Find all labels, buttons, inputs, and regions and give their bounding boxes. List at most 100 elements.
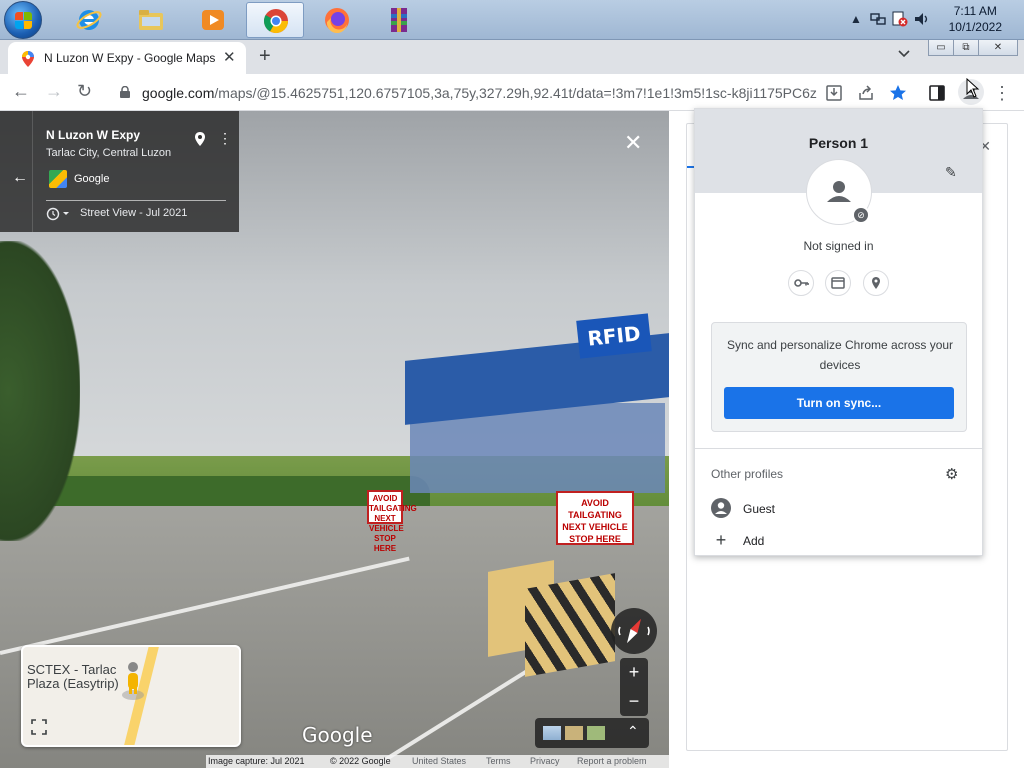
zoom-control: + − [620, 658, 648, 716]
zoom-out-button[interactable]: − [620, 687, 648, 716]
taskbar-clock[interactable]: 7:11 AM 10/1/2022 [949, 3, 1002, 35]
contributor-name[interactable]: Google [74, 173, 109, 185]
start-button[interactable] [4, 1, 42, 39]
compass-icon [618, 618, 650, 644]
clock-time: 7:11 AM [953, 4, 997, 18]
reload-button[interactable]: ↻ [77, 81, 92, 101]
chrome-icon [263, 9, 288, 34]
bookmark-star-icon[interactable] [888, 83, 908, 103]
winrar-icon [391, 8, 407, 32]
restore-button[interactable]: ⧉ [953, 40, 979, 56]
profile-name: Person 1 [808, 135, 869, 151]
back-to-map-button[interactable]: ← [12, 169, 28, 187]
network-icon[interactable] [870, 11, 886, 27]
show-hidden-icons-icon[interactable]: ▲ [850, 12, 862, 26]
manage-profiles-gear-icon[interactable]: ⚙ [945, 465, 958, 483]
share-icon[interactable] [856, 83, 876, 103]
clock-date: 10/1/2022 [948, 20, 1002, 34]
minimize-button[interactable]: ▭ [928, 40, 954, 56]
taskbar-internet-explorer[interactable] [62, 2, 114, 38]
turn-on-sync-button[interactable]: Turn on sync... [724, 387, 954, 419]
expand-layers-icon[interactable]: ⌃ [627, 723, 639, 740]
url-path: /maps/@15.4625751,120.6757105,3a,75y,327… [214, 85, 818, 101]
close-street-view-icon[interactable]: ✕ [624, 130, 642, 156]
copyright-text: © 2022 Google [330, 756, 391, 766]
zoom-in-button[interactable]: + [620, 658, 648, 687]
taskbar-windows-explorer[interactable] [124, 2, 176, 38]
back-button[interactable]: ← [12, 81, 30, 101]
new-tab-button[interactable]: + [259, 44, 271, 68]
key-icon [794, 279, 809, 287]
imagery-date[interactable]: Street View - Jul 2021 [80, 207, 187, 219]
guest-avatar-icon [711, 498, 731, 518]
layer-thumb-icon[interactable] [565, 726, 583, 740]
location-pin-icon [872, 277, 880, 289]
sync-paused-badge-icon: ⊘ [852, 206, 870, 224]
report-problem-link[interactable]: Report a problem [577, 756, 647, 766]
add-label: Add [743, 534, 765, 548]
location-title: N Luzon W Expy [46, 128, 140, 142]
google-maps-contributor-icon [49, 170, 67, 188]
rfid-sign: RFID [576, 313, 652, 359]
taskbar-firefox[interactable] [310, 2, 362, 38]
mouse-cursor-icon [966, 78, 980, 98]
address-bar[interactable]: google.com/maps/@15.4625751,120.6757105,… [108, 78, 822, 107]
chrome-menu-icon[interactable]: ⋮ [992, 83, 1012, 103]
location-pin-icon[interactable] [195, 132, 205, 146]
mini-map-label: SCTEX - Tarlac Plaza (Easytrip) [27, 662, 119, 691]
sync-promo: Sync and personalize Chrome across your … [711, 322, 967, 432]
taskbar-winrar[interactable] [372, 2, 424, 38]
street-view-info-card: ← N Luzon W Expy Tarlac City, Central Lu… [0, 111, 239, 232]
tailgating-sign: AVOID TAILGATING NEXT VEHICLE STOP HERE [367, 490, 417, 553]
card-separator [46, 200, 226, 201]
close-window-button[interactable]: ✕ [978, 40, 1018, 56]
layer-thumb-icon[interactable] [587, 726, 605, 740]
forward-button[interactable]: → [45, 81, 63, 101]
payment-methods-button[interactable] [825, 270, 851, 296]
taskbar-chrome[interactable] [246, 2, 304, 38]
side-panel-icon[interactable] [927, 83, 947, 103]
compass-control[interactable] [611, 608, 657, 654]
terms-link[interactable]: Terms [486, 756, 511, 766]
media-player-icon [202, 10, 224, 30]
time-travel-icon[interactable] [46, 207, 70, 221]
tab-search-chevron-icon[interactable] [898, 47, 910, 61]
google-logo: Google [302, 723, 373, 747]
add-icon: + [715, 530, 727, 550]
google-maps-favicon-icon [22, 51, 34, 67]
lock-icon[interactable] [120, 86, 130, 98]
pegman-icon[interactable] [121, 661, 145, 701]
scene-tree [0, 241, 80, 541]
taskbar: ▲ 7:11 AM 10/1/2022 [0, 0, 1024, 40]
layers-control[interactable]: ⌃ [535, 718, 649, 748]
divider [695, 448, 982, 449]
system-tray: ▲ 7:11 AM 10/1/2022 [834, 0, 1024, 40]
guest-label: Guest [743, 502, 776, 516]
edit-profile-icon[interactable]: ✎ [945, 164, 957, 181]
firefox-icon [325, 8, 349, 34]
country-link[interactable]: United States [412, 756, 466, 766]
url-text: google.com/maps/@15.4625751,120.6757105,… [142, 85, 818, 101]
taskbar-media-player[interactable] [186, 2, 238, 38]
browser-toolbar: ← → ↻ google.com/maps/@15.4625751,120.67… [0, 74, 1024, 111]
addresses-button[interactable] [863, 270, 889, 296]
privacy-link[interactable]: Privacy [530, 756, 560, 766]
profile-menu: Person 1 ✎ ⊘ Not signed in Sync and pers… [694, 108, 983, 556]
tab-title: N Luzon W Expy - Google Maps [44, 51, 216, 65]
expand-map-icon[interactable] [31, 719, 47, 735]
internet-explorer-icon [76, 10, 102, 30]
street-view-panorama[interactable]: RFID AVOID TAILGATING NEXT VEHICLE STOP … [0, 111, 669, 768]
sign-in-status: Not signed in [803, 239, 874, 253]
mini-map[interactable]: SCTEX - Tarlac Plaza (Easytrip) [21, 645, 241, 747]
tab-strip: N Luzon W Expy - Google Maps ✕ + ▭ ⧉ ✕ [0, 40, 1024, 74]
action-center-alert-icon[interactable] [892, 11, 908, 27]
passwords-button[interactable] [788, 270, 814, 296]
map-footer: Image capture: Jul 2021 © 2022 Google Un… [206, 755, 669, 768]
credit-card-icon [831, 277, 845, 289]
install-app-icon[interactable] [824, 83, 844, 103]
volume-icon[interactable] [914, 11, 930, 27]
tab-google-maps[interactable]: N Luzon W Expy - Google Maps ✕ [8, 42, 246, 74]
layer-thumb-icon[interactable] [543, 726, 561, 740]
more-options-icon[interactable]: ⋮ [218, 131, 232, 145]
tab-close-icon[interactable]: ✕ [223, 48, 236, 66]
